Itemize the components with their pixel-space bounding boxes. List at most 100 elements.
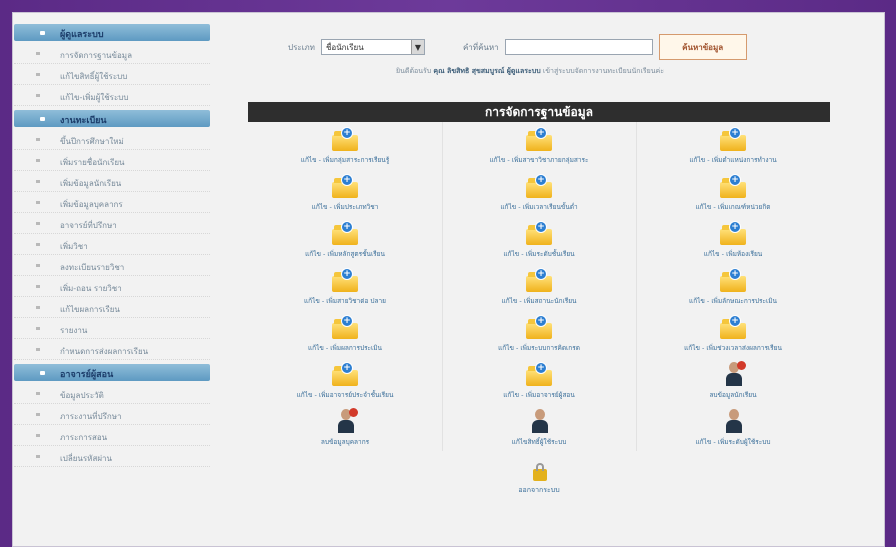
grid-item-label: แก้ไข - เพิ่มกลุ่มสาระการเรียนรู้: [300, 156, 390, 164]
grid-item[interactable]: ลบข้อมูลนักเรียน: [636, 357, 830, 404]
sidebar-item[interactable]: เพิ่มข้อมูลบุคลากร: [14, 192, 210, 213]
user-delete-icon: [332, 408, 358, 433]
grid-item[interactable]: + แก้ไข - เพิ่มระบบการคิดเกรด: [442, 310, 636, 357]
grid-item[interactable]: + แก้ไข - เพิ่มผลการประเมิน: [248, 310, 442, 357]
grid-item-label: แก้ไข - เพิ่มอาจารย์ประจำชั้นเรียน: [296, 391, 394, 399]
grid-item[interactable]: + แก้ไข - เพิ่มอาจารย์ผู้สอน: [442, 357, 636, 404]
grid-item-label: แก้ไข - เพิ่มสาขาวิชาภายกลุ่มสาระ: [489, 156, 589, 164]
sidebar-item[interactable]: ภาระการสอน: [14, 425, 210, 446]
grid-item-label: แก้ไข - เพิ่มประเภทวิชา: [311, 203, 379, 211]
folder-add-icon: +: [720, 127, 746, 151]
grid-item-label: แก้ไข - เพิ่มอาจารย์ผู้สอน: [503, 391, 575, 399]
grid-item[interactable]: + แก้ไข - เพิ่มเกณฑ์หน่วยกิต: [636, 169, 830, 216]
folder-add-icon: +: [720, 174, 746, 198]
user-icon: [720, 409, 746, 433]
folder-add-icon: +: [332, 174, 358, 198]
folder-add-icon: +: [720, 221, 746, 245]
sidebar-item[interactable]: แก้ไขสิทธิ์ผู้ใช้ระบบ: [14, 64, 210, 85]
grid-item[interactable]: + แก้ไข - เพิ่มสถานะนักเรียน: [442, 263, 636, 310]
grid-item[interactable]: + แก้ไข - เพิ่มประเภทวิชา: [248, 169, 442, 216]
sidebar-item[interactable]: อาจารย์ที่ปรึกษา: [14, 213, 210, 234]
grid-item[interactable]: + แก้ไข - เพิ่มเวลาเรียนขั้นต่ำ: [442, 169, 636, 216]
sidebar-item[interactable]: รายงาน: [14, 318, 210, 339]
grid-item-label: ลบข้อมูลนักเรียน: [709, 391, 757, 399]
sidebar-item[interactable]: เพิ่มวิชา: [14, 234, 210, 255]
sidebar-menu: ผู้ดูแลระบบการจัดการฐานข้อมูล แก้ไขสิทธิ์…: [14, 20, 210, 547]
search-bar: ประเภท ชื่อนักเรียน ▼ คำที่ค้นหา ค้นหาข้…: [260, 30, 790, 64]
folder-add-icon: +: [720, 315, 746, 339]
grid-item[interactable]: ลบข้อมูลบุคลากร: [248, 404, 442, 451]
folder-add-icon: +: [526, 268, 552, 292]
welcome-suffix: เข้าสู่ระบบจัดการงานทะเบียนนักเรียนค่ะ: [542, 67, 664, 75]
panel-title: การจัดการฐานข้อมูล: [248, 102, 830, 122]
folder-add-icon: +: [332, 221, 358, 245]
folder-add-icon: +: [526, 174, 552, 198]
grid-item[interactable]: แก้ไขสิทธิ์ผู้ใช้ระบบ: [442, 404, 636, 451]
grid-item[interactable]: + แก้ไข - เพิ่มสายวิชาต่อ ปลาย: [248, 263, 442, 310]
sidebar-item[interactable]: ข้อมูลประวัติ: [14, 383, 210, 404]
grid-item[interactable]: แก้ไข - เพิ่มระดับผู้ใช้ระบบ: [636, 404, 830, 451]
grid-item-label: แก้ไข - เพิ่มผลการประเมิน: [307, 344, 383, 352]
sidebar-item[interactable]: กำหนดการส่งผลการเรียน: [14, 339, 210, 360]
database-management-panel: การจัดการฐานข้อมูล + แก้ไข - เพิ่มกลุ่มสา…: [248, 102, 830, 522]
sidebar-item[interactable]: การจัดการฐานข้อมูล: [14, 43, 210, 64]
sidebar-item[interactable]: เปลี่ยนรหัสผ่าน: [14, 446, 210, 467]
sidebar-item[interactable]: เพิ่มรายชื่อนักเรียน: [14, 150, 210, 171]
sidebar-section-header: งานทะเบียน: [14, 110, 210, 127]
sidebar-item[interactable]: ขึ้นปีการศึกษาใหม่: [14, 129, 210, 150]
grid-item-label: แก้ไข - เพิ่มระดับชั้นเรียน: [503, 250, 575, 258]
sidebar-item[interactable]: แก้ไขผลการเรียน: [14, 297, 210, 318]
column-divider: [441, 122, 443, 451]
grid-item[interactable]: + แก้ไข - เพิ่มช่วงเวลาส่งผลการเรียน: [636, 310, 830, 357]
folder-add-icon: +: [526, 221, 552, 245]
folder-add-icon: +: [526, 127, 552, 151]
folder-add-icon: +: [332, 315, 358, 339]
search-type-label: ประเภท: [288, 42, 315, 52]
search-type-select[interactable]: ชื่อนักเรียน ▼: [320, 39, 425, 55]
grid-item[interactable]: + แก้ไข - เพิ่มลักษณะการประเมิน: [636, 263, 830, 310]
sidebar-item[interactable]: ภาระงานที่ปรึกษา: [14, 404, 210, 425]
column-divider: [635, 122, 637, 451]
sidebar-section-header: ผู้ดูแลระบบ: [14, 24, 210, 41]
folder-add-icon: +: [332, 268, 358, 292]
grid-item-label: แก้ไข - เพิ่มเกณฑ์หน่วยกิต: [695, 203, 771, 211]
grid-item[interactable]: + แก้ไข - เพิ่มหลักสูตรชั้นเรียน: [248, 216, 442, 263]
sidebar-item[interactable]: แก้ไข-เพิ่มผู้ใช้ระบบ: [14, 85, 210, 106]
grid-item-label: แก้ไข - เพิ่มห้องเรียน: [703, 250, 763, 258]
grid-item-label: แก้ไขสิทธิ์ผู้ใช้ระบบ: [511, 438, 567, 446]
folder-add-icon: +: [332, 127, 358, 151]
grid-item[interactable]: + แก้ไข - เพิ่มกลุ่มสาระการเรียนรู้: [248, 122, 442, 169]
welcome-user: คุณ ลิขสิทธิ สุขสมบูรณ์ ผู้ดูแลระบบ: [433, 67, 541, 75]
grid-item-label: แก้ไข - เพิ่มสถานะนักเรียน: [501, 297, 577, 305]
folder-add-icon: +: [332, 362, 358, 386]
sidebar-item[interactable]: เพิ่ม-ถอน รายวิชา: [14, 276, 210, 297]
grid-item-label: แก้ไข - เพิ่มระดับผู้ใช้ระบบ: [695, 438, 771, 446]
grid-item[interactable]: + แก้ไข - เพิ่มสาขาวิชาภายกลุ่มสาระ: [442, 122, 636, 169]
search-type-value: ชื่อนักเรียน: [325, 42, 364, 52]
grid-item-label: แก้ไข - เพิ่มช่วงเวลาส่งผลการเรียน: [684, 344, 782, 352]
welcome-message: ยินดีต้อนรับ คุณ ลิขสิทธิ สุขสมบูรณ์ ผู้…: [290, 66, 770, 77]
grid-item-label: ลบข้อมูลบุคลากร: [320, 438, 370, 446]
grid-item[interactable]: + แก้ไข - เพิ่มอาจารย์ประจำชั้นเรียน: [248, 357, 442, 404]
grid-item-label: แก้ไข - เพิ่มระบบการคิดเกรด: [498, 344, 580, 352]
lock-icon: [526, 457, 552, 481]
folder-add-icon: +: [720, 268, 746, 292]
grid-item[interactable]: + แก้ไข - เพิ่มตำแหน่งการทำงาน: [636, 122, 830, 169]
welcome-prefix: ยินดีต้อนรับ: [396, 67, 432, 75]
user-delete-icon: [720, 361, 746, 386]
folder-add-icon: +: [526, 362, 552, 386]
sidebar-item[interactable]: ลงทะเบียนรายวิชา: [14, 255, 210, 276]
grid-item[interactable]: + แก้ไข - เพิ่มระดับชั้นเรียน: [442, 216, 636, 263]
sidebar-item[interactable]: เพิ่มข้อมูลนักเรียน: [14, 171, 210, 192]
search-keyword-label: คำที่ค้นหา: [462, 42, 499, 52]
grid-item-label: แก้ไข - เพิ่มสายวิชาต่อ ปลาย: [303, 297, 386, 305]
grid-item[interactable]: + แก้ไข - เพิ่มห้องเรียน: [636, 216, 830, 263]
function-grid: + แก้ไข - เพิ่มกลุ่มสาระการเรียนรู้ + แก้ไข…: [248, 122, 830, 451]
logout-button[interactable]: ออกจากระบบ: [248, 457, 830, 496]
search-button[interactable]: ค้นหาข้อมูล: [658, 34, 747, 60]
folder-add-icon: +: [526, 315, 552, 339]
grid-item-label: แก้ไข - เพิ่มตำแหน่งการทำงาน: [689, 156, 777, 164]
search-input[interactable]: [504, 39, 653, 55]
chevron-down-icon[interactable]: ▼: [410, 40, 424, 54]
sidebar-section-header: อาจารย์ผู้สอน: [14, 364, 210, 381]
